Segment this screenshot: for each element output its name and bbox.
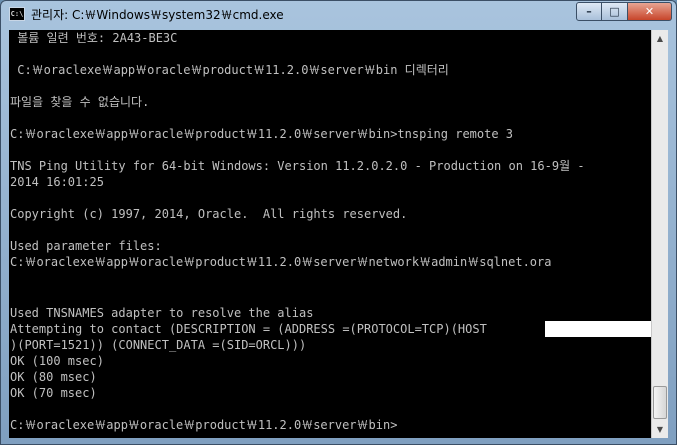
title-bar[interactable]: C:\ 관리자: C:￦Windows￦system32￦cmd.exe – □… [1,1,676,29]
cmd-app-icon[interactable]: C:\ [9,7,25,21]
vertical-scrollbar[interactable]: ▲ ▼ [651,30,668,438]
console-line: OK (80 msec) [10,370,97,384]
console-line: OK (100 msec) [10,354,104,368]
console-line: OK (70 msec) [10,386,97,400]
console-line: Used parameter files: [10,239,162,253]
console-line: Used TNSNAMES adapter to resolve the ali… [10,306,314,320]
console-line: Attempting to contact (DESCRIPTION = (AD… [10,322,487,336]
window-title: 관리자: C:￦Windows￦system32￦cmd.exe [31,8,284,22]
scrollbar-thumb[interactable] [653,386,667,419]
console-line: 2014 16:01:25 [10,175,104,189]
console-line: TNS Ping Utility for 64-bit Windows: Ver… [10,159,585,173]
console-output[interactable]: 볼륨 일련 번호: 2A43-BE3C C:￦oraclexe￦app￦orac… [9,30,651,438]
console-line: C:￦oraclexe￦app￦oracle￦product￦11.2.0￦se… [10,418,398,432]
cmd-window: C:\ 관리자: C:￦Windows￦system32￦cmd.exe – □… [0,0,677,445]
console-line: 볼륨 일련 번호: 2A43-BE3C [10,31,178,45]
console-line: Copyright (c) 1997, 2014, Oracle. All ri… [10,207,408,221]
scroll-down-icon[interactable]: ▼ [652,421,668,438]
minimize-button[interactable]: – [576,2,602,21]
maximize-button[interactable]: □ [602,2,628,21]
console-line: )(PORT=1521)) (CONNECT_DATA =(SID=ORCL))… [10,338,307,352]
scroll-up-icon[interactable]: ▲ [652,30,668,47]
close-button[interactable]: ✕ [628,2,672,21]
window-controls: – □ ✕ [576,2,672,22]
console-line: C:￦oraclexe￦app￦oracle￦product￦11.2.0￦se… [10,255,552,269]
redacted-host-box [545,321,651,337]
console-line: C:￦oraclexe￦app￦oracle￦product￦11.2.0￦se… [10,127,514,141]
console-line: C:￦oraclexe￦app￦oracle￦product￦11.2.0￦se… [10,63,449,77]
console-line: 파일을 찾을 수 없습니다. [10,95,150,109]
